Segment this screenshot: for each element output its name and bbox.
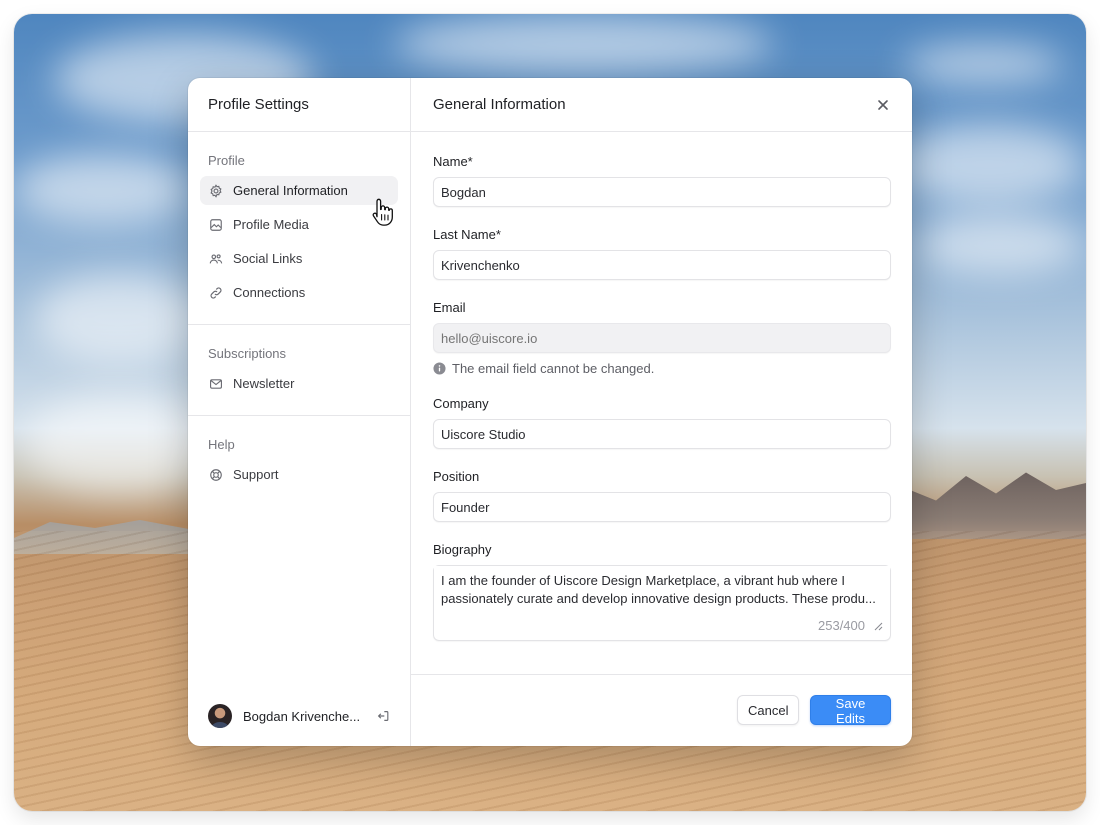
profile-settings-dialog: Profile Settings Profile General Informa… xyxy=(188,78,912,746)
sidebar-item-label: Connections xyxy=(233,285,306,300)
biography-field-group: Biography I am the founder of Uiscore De… xyxy=(433,542,891,641)
sidebar-section-help: Help Support xyxy=(188,416,410,506)
logout-icon[interactable] xyxy=(376,709,390,723)
gear-icon xyxy=(209,183,223,198)
email-field xyxy=(433,323,891,353)
settings-main-panel: General Information Name* Last Name* Ema… xyxy=(411,78,912,746)
company-field-group: Company xyxy=(433,396,891,449)
last-name-input[interactable] xyxy=(433,250,891,280)
sidebar-item-label: Profile Media xyxy=(233,217,309,232)
name-field-group: Name* xyxy=(433,154,891,207)
page-title: General Information xyxy=(433,96,566,113)
sidebar-item-support[interactable]: Support xyxy=(200,460,398,489)
dialog-footer: Cancel Save Edits xyxy=(411,675,912,745)
resize-handle-icon[interactable] xyxy=(873,621,883,631)
users-icon xyxy=(209,252,223,266)
biography-label: Biography xyxy=(433,542,492,557)
info-icon xyxy=(433,362,446,375)
sidebar-item-label: Support xyxy=(233,467,279,482)
sidebar-item-social-links[interactable]: Social Links xyxy=(200,244,398,273)
sidebar-item-label: General Information xyxy=(233,183,348,198)
name-input[interactable] xyxy=(433,177,891,207)
last-name-field-group: Last Name* xyxy=(433,227,891,280)
save-edits-button[interactable]: Save Edits xyxy=(810,695,891,726)
settings-sidebar: Profile Settings Profile General Informa… xyxy=(188,78,411,746)
sidebar-section-subscriptions: Subscriptions Newsletter xyxy=(188,325,410,416)
section-title: Help xyxy=(208,436,235,452)
position-input[interactable] xyxy=(433,492,891,522)
biography-textarea[interactable]: I am the founder of Uiscore Design Marke… xyxy=(434,566,890,612)
general-information-form: Name* Last Name* Email The email field c… xyxy=(411,132,912,675)
cancel-button[interactable]: Cancel xyxy=(737,695,799,725)
sidebar-item-general-information[interactable]: General Information xyxy=(200,176,398,205)
company-label: Company xyxy=(433,396,489,411)
sidebar-item-newsletter[interactable]: Newsletter xyxy=(200,369,398,398)
sidebar-item-profile-media[interactable]: Profile Media xyxy=(200,210,398,239)
email-hint-text: The email field cannot be changed. xyxy=(452,361,655,376)
biography-box: I am the founder of Uiscore Design Marke… xyxy=(433,565,891,641)
company-input[interactable] xyxy=(433,419,891,449)
position-label: Position xyxy=(433,469,480,484)
name-label: Name* xyxy=(433,154,473,169)
sidebar-title: Profile Settings xyxy=(188,78,410,132)
image-icon xyxy=(209,218,223,232)
sidebar-user-footer: Bogdan Krivenche... xyxy=(188,686,410,746)
sidebar-item-connections[interactable]: Connections xyxy=(200,278,398,307)
lifebuoy-icon xyxy=(209,468,223,482)
avatar[interactable] xyxy=(208,704,232,728)
last-name-label: Last Name* xyxy=(433,227,501,242)
section-title: Subscriptions xyxy=(208,345,287,361)
sidebar-item-label: Newsletter xyxy=(233,376,295,391)
mail-icon xyxy=(209,377,223,391)
main-header: General Information xyxy=(411,78,912,132)
character-counter: 253/400 xyxy=(818,618,865,633)
section-title: Profile xyxy=(208,152,245,168)
position-field-group: Position xyxy=(433,469,891,522)
email-hint: The email field cannot be changed. xyxy=(433,361,891,376)
user-name: Bogdan Krivenche... xyxy=(243,708,361,724)
sidebar-section-profile: Profile General Information Profile Medi… xyxy=(188,132,410,325)
close-icon[interactable] xyxy=(876,98,890,112)
email-label: Email xyxy=(433,300,466,315)
sidebar-item-label: Social Links xyxy=(233,251,303,266)
email-field-group: Email The email field cannot be changed. xyxy=(433,300,891,376)
link-icon xyxy=(209,286,223,300)
